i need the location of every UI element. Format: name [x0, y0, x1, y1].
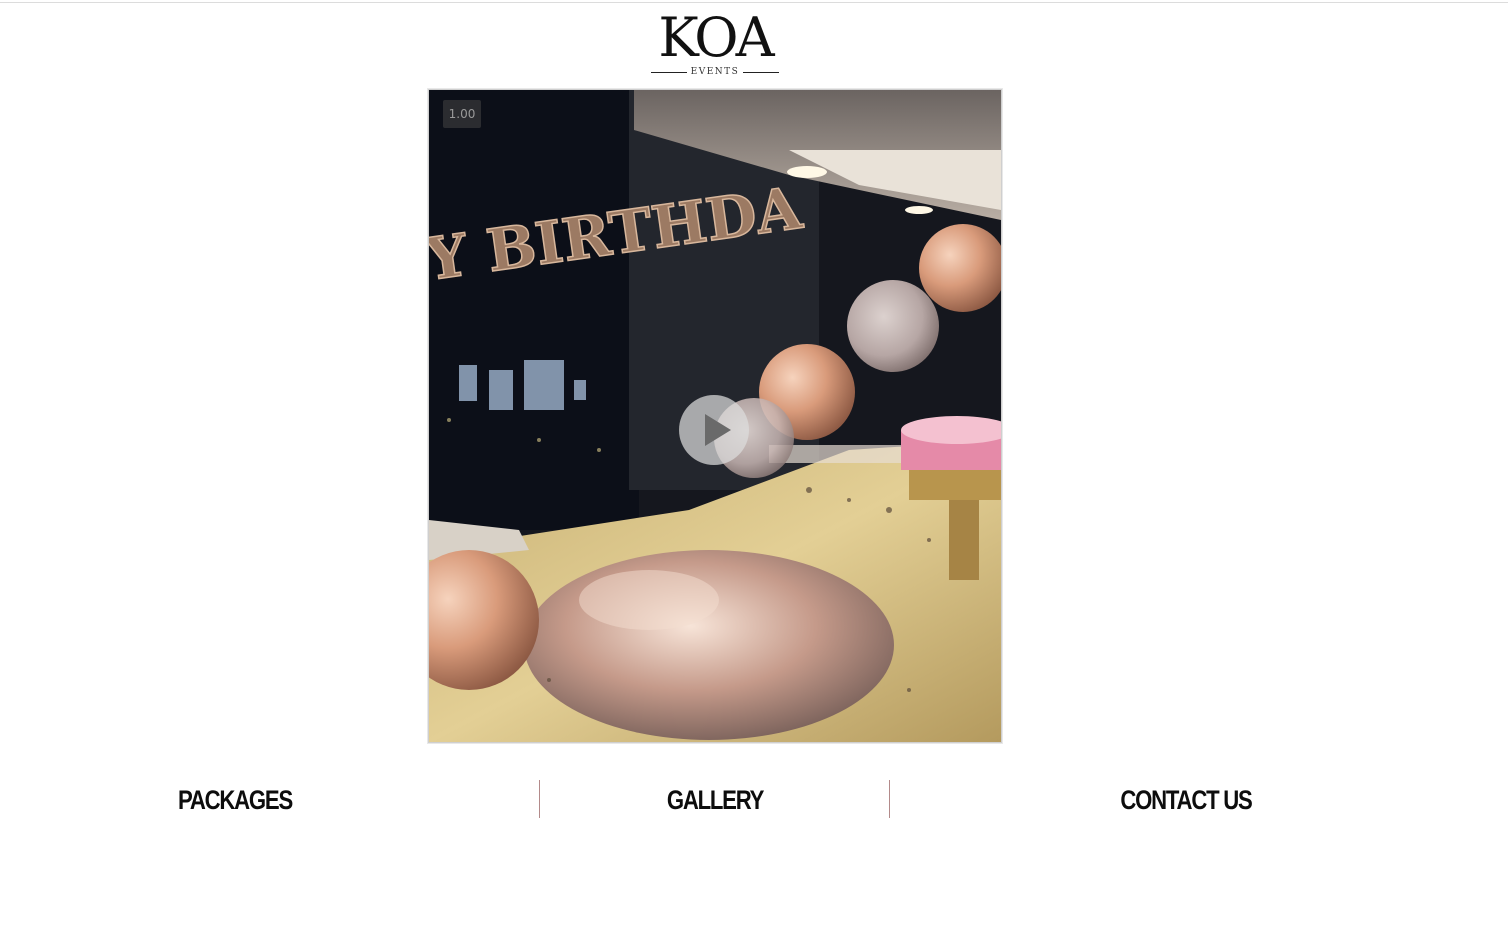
nav-packages-link[interactable]: PACKAGES: [174, 778, 297, 820]
bottom-navigation: PACKAGES GALLERY CONTACT US: [0, 778, 1508, 820]
nav-gallery-link[interactable]: GALLERY: [654, 778, 777, 820]
playback-speed-badge[interactable]: 1.00: [443, 100, 481, 128]
top-border: [0, 2, 1508, 3]
nav-divider: [539, 780, 540, 818]
logo-subtitle: EVENTS: [648, 66, 782, 78]
logo-wordmark: KOA: [658, 6, 774, 69]
logo-rule-right: [743, 72, 779, 73]
koa-events-logo[interactable]: KOA EVENTS: [648, 8, 782, 78]
video-player[interactable]: Y BIRTHDA 1.00: [428, 89, 1002, 743]
nav-divider: [889, 780, 890, 818]
play-icon: [705, 414, 731, 446]
play-button[interactable]: [679, 395, 749, 465]
nav-contact-us-link[interactable]: CONTACT US: [1112, 778, 1260, 820]
